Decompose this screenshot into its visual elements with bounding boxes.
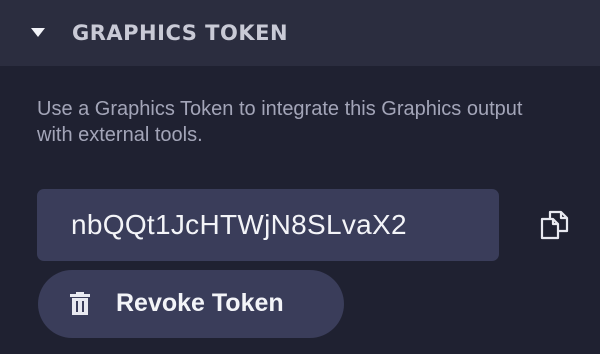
token-value[interactable]: nbQQt1JcHTWjN8SLvaX2 bbox=[71, 207, 407, 243]
token-field[interactable]: nbQQt1JcHTWjN8SLvaX2 bbox=[37, 189, 499, 261]
section-title: GRAPHICS TOKEN bbox=[72, 21, 289, 45]
trash-icon bbox=[70, 292, 90, 315]
graphics-token-panel: GRAPHICS TOKEN Use a Graphics Token to i… bbox=[0, 0, 600, 354]
copy-icon[interactable] bbox=[536, 209, 572, 241]
revoke-token-label: Revoke Token bbox=[116, 289, 284, 317]
revoke-token-button[interactable]: Revoke Token bbox=[38, 270, 344, 338]
token-description: Use a Graphics Token to integrate this G… bbox=[37, 98, 523, 146]
caret-down-icon[interactable] bbox=[31, 28, 45, 37]
section-header[interactable]: GRAPHICS TOKEN bbox=[0, 0, 600, 66]
